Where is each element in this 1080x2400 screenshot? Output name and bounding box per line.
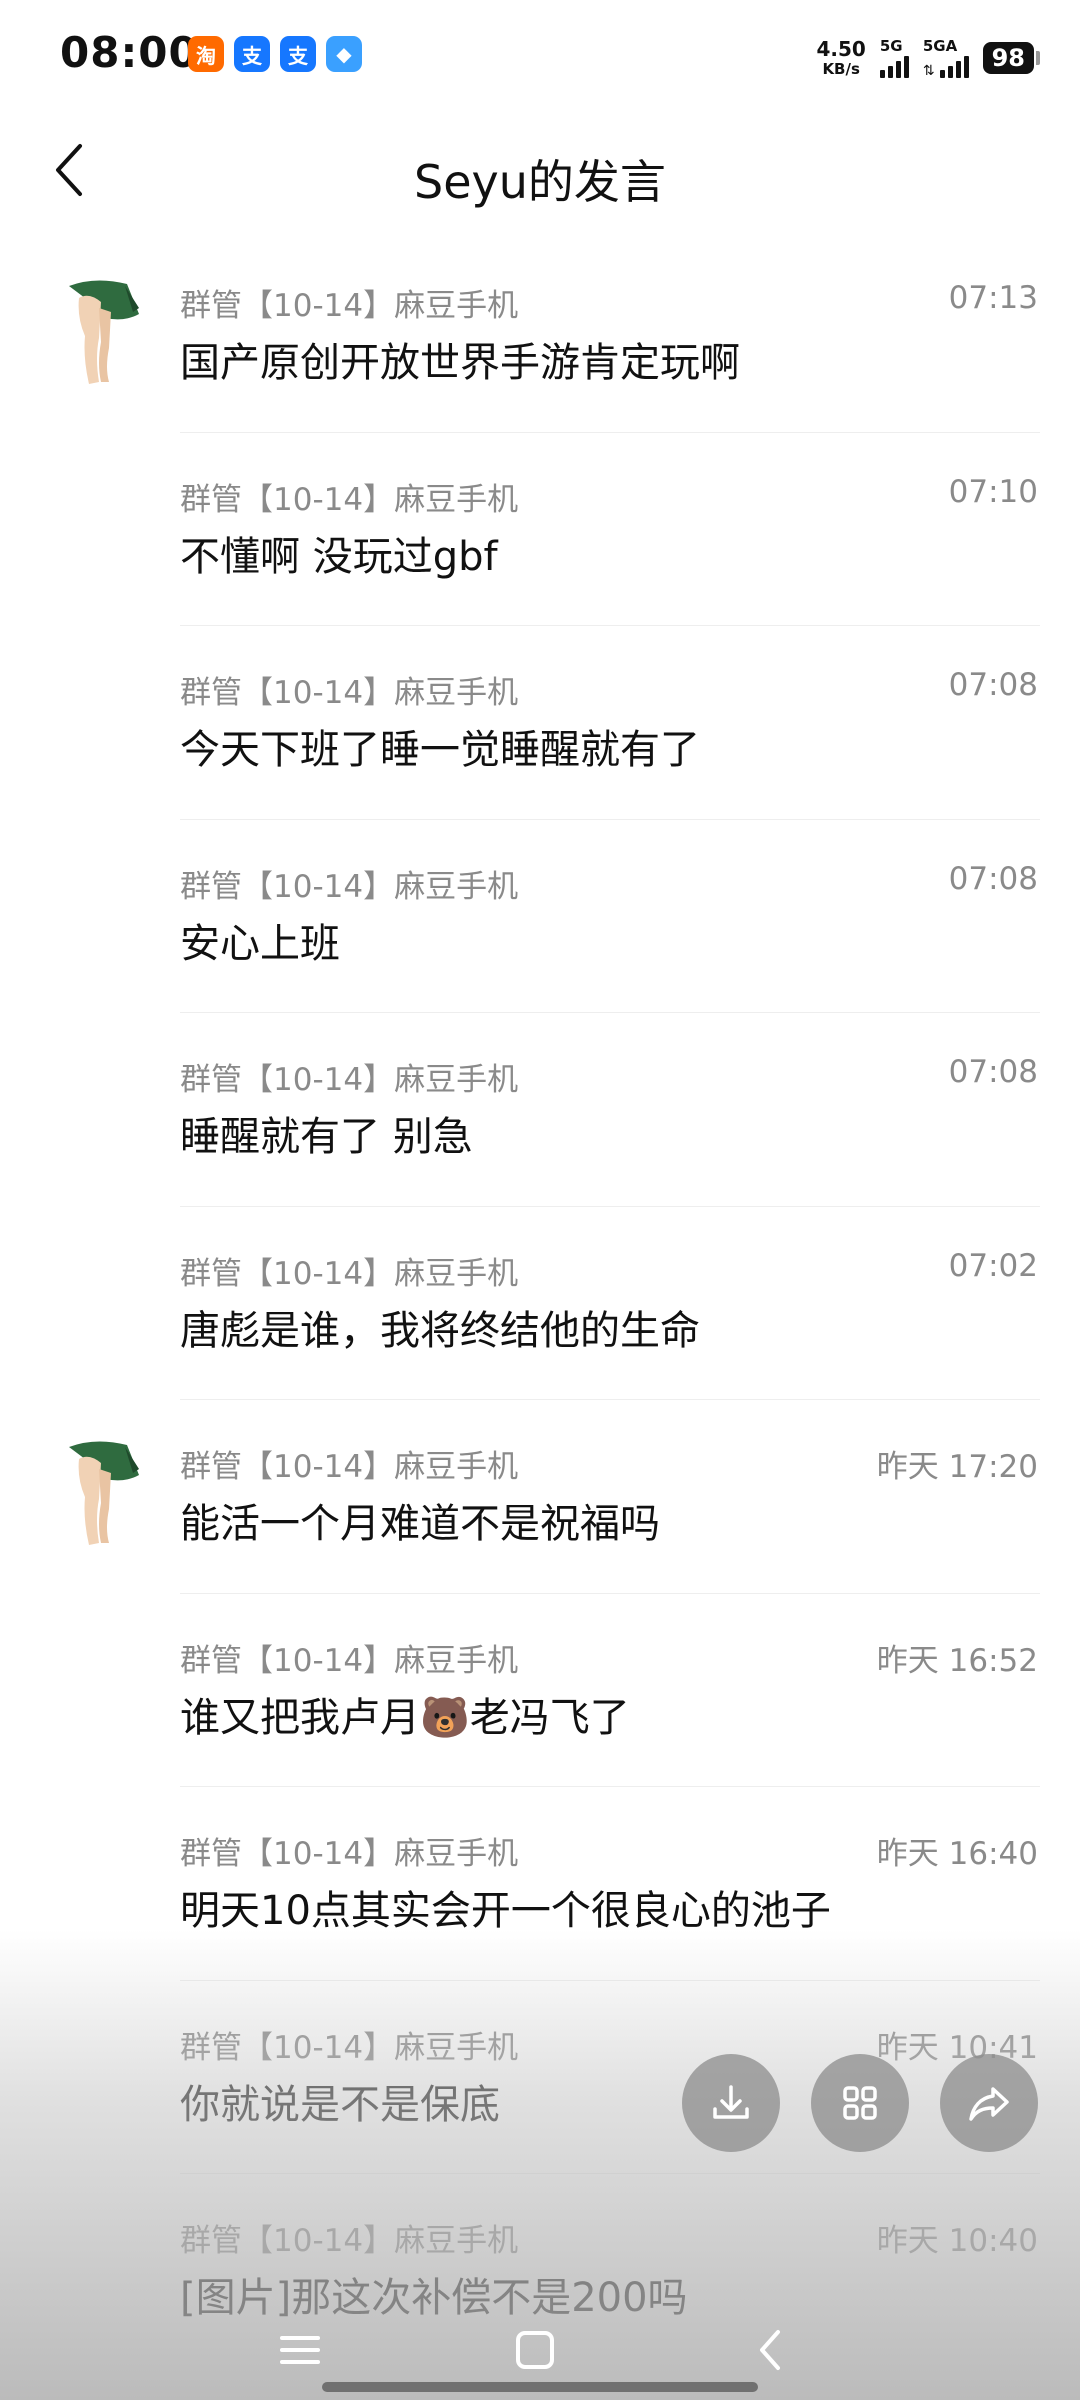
battery-icon: 98 <box>982 41 1040 75</box>
avatar-image <box>69 280 139 384</box>
message-sender: 群管【10-14】麻豆手机 <box>180 675 519 711</box>
message-time: 07:02 <box>948 1247 1038 1284</box>
message-time: 昨天 10:40 <box>876 2223 1038 2259</box>
message-item[interactable]: 群管【10-14】麻豆手机 昨天 16:40 明天10点其实会开一个很良心的池子 <box>0 1786 1080 1980</box>
message-sender: 群管【10-14】麻豆手机 <box>180 1642 519 1679</box>
signal-5g-label: 5G <box>879 36 903 55</box>
message-time: 07:08 <box>948 1054 1038 1090</box>
message-item[interactable]: 群管【10-14】麻豆手机 昨天 17:20 能活一个月难道不是祝福吗 <box>0 1399 1080 1593</box>
message-item[interactable]: 群管【10-14】麻豆手机 07:08 今天下班了睡一觉睡醒就有了 <box>0 625 1080 819</box>
alipay-icon-2: 支 <box>280 36 316 72</box>
share-icon <box>969 2087 1009 2121</box>
status-time: 08:00 <box>60 28 199 77</box>
message-sender: 群管【10-14】麻豆手机 <box>180 2223 519 2259</box>
network-speed-value: 4.50 <box>816 37 866 61</box>
divider <box>180 1205 1040 1207</box>
menu-icon <box>280 2336 320 2364</box>
divider <box>180 1786 1040 1787</box>
message-item[interactable]: 群管【10-14】麻豆手机 07:02 唐彪是谁，我将终结他的生命 <box>0 1205 1080 1400</box>
message-content: 唐彪是谁，我将终结他的生命 <box>180 1307 700 1354</box>
gesture-bar[interactable] <box>322 2382 758 2392</box>
header: Seyu的发言 <box>0 110 1080 230</box>
signal-bars-icon-2: ⇅ <box>923 55 969 78</box>
home-nav-button[interactable] <box>500 2320 570 2380</box>
divider <box>180 625 1040 626</box>
status-indicators: 4.50 KB/s 5G 5GA ⇅ 98 <box>817 30 1040 86</box>
message-time: 昨天 16:52 <box>876 1642 1038 1679</box>
message-item[interactable]: 群管【10-14】麻豆手机 07:13 国产原创开放世界手游肯定玩啊 <box>0 238 1080 432</box>
signal-bars-icon <box>879 55 909 78</box>
message-item[interactable]: 群管【10-14】麻豆手机 昨天 10:41 你就说是不是保底 <box>0 1979 1080 2174</box>
message-content: 国产原创开放世界手游肯定玩啊 <box>180 340 740 386</box>
message-sender: 群管【10-14】麻豆手机 <box>180 2029 519 2066</box>
message-content: 安心上班 <box>180 920 340 967</box>
message-sender: 群管【10-14】麻豆手机 <box>180 1836 519 1872</box>
divider <box>180 1592 1040 1594</box>
message-time: 昨天 17:20 <box>876 1449 1038 1485</box>
message-time: 07:08 <box>948 860 1038 897</box>
message-sender: 群管【10-14】麻豆手机 <box>180 1062 519 1098</box>
alipay-icon: 支 <box>234 36 270 72</box>
signal-5g: 5G <box>879 36 909 78</box>
avatar[interactable] <box>55 278 145 388</box>
back-nav-button[interactable] <box>735 2320 805 2380</box>
avatar-image <box>69 1441 139 1545</box>
message-time: 07:08 <box>948 667 1038 703</box>
back-icon <box>760 2330 780 2370</box>
message-content: 你就说是不是保底 <box>180 2081 500 2128</box>
divider <box>180 818 1040 820</box>
divider <box>180 2173 1040 2174</box>
network-speed-unit: KB/s <box>822 60 860 78</box>
status-bar: 08:00 淘支支 ◆ 4.50 KB/s 5G 5GA ⇅ 98 <box>0 0 1080 110</box>
divider <box>180 1012 1040 1013</box>
download-button[interactable] <box>682 2054 780 2152</box>
message-sender: 群管【10-14】麻豆手机 <box>180 868 519 905</box>
message-content: 谁又把我卢月🐻老冯飞了 <box>180 1694 630 1741</box>
battery-level: 98 <box>982 41 1034 75</box>
message-time: 07:13 <box>948 280 1038 316</box>
taobao-icon: 淘 <box>188 36 224 72</box>
divider <box>180 431 1040 433</box>
message-sender: 群管【10-14】麻豆手机 <box>180 1449 519 1485</box>
network-speed: 4.50 KB/s <box>817 39 866 77</box>
message-content: 不懂啊 没玩过gbf <box>180 533 498 580</box>
message-item[interactable]: 群管【10-14】麻豆手机 07:10 不懂啊 没玩过gbf <box>0 431 1080 626</box>
signal-5ga: 5GA ⇅ <box>922 36 969 78</box>
message-content: 睡醒就有了 别急 <box>180 1114 473 1160</box>
grid-icon <box>843 2086 877 2120</box>
message-sender: 群管【10-14】麻豆手机 <box>180 481 519 518</box>
message-sender: 群管【10-14】麻豆手机 <box>180 1255 519 1292</box>
screen: 08:00 淘支支 ◆ 4.50 KB/s 5G 5GA ⇅ 98 Seyu的发… <box>0 0 1080 2400</box>
message-item[interactable]: 群管【10-14】麻豆手机 昨天 16:52 谁又把我卢月🐻老冯飞了 <box>0 1592 1080 1787</box>
message-list[interactable]: 群管【10-14】麻豆手机 07:13 国产原创开放世界手游肯定玩啊 群管【10-14… <box>0 238 1080 2367</box>
message-time: 07:10 <box>948 473 1038 510</box>
menu-nav-button[interactable] <box>265 2320 335 2380</box>
grid-button[interactable] <box>811 2054 909 2152</box>
message-content: 今天下班了睡一觉睡醒就有了 <box>180 727 700 773</box>
message-item[interactable]: 群管【10-14】麻豆手机 07:08 睡醒就有了 别急 <box>0 1012 1080 1206</box>
avatar[interactable] <box>55 1439 145 1549</box>
page-title: Seyu的发言 <box>414 155 666 209</box>
notification-icons: 淘支支 ◆ <box>188 36 362 72</box>
message-time: 昨天 16:40 <box>876 1836 1038 1872</box>
signal-5ga-label: 5GA <box>922 36 958 55</box>
divider <box>180 1979 1040 1981</box>
message-content: 能活一个月难道不是祝福吗 <box>180 1501 660 1547</box>
message-content: 明天10点其实会开一个很良心的池子 <box>180 1888 831 1934</box>
download-icon <box>713 2085 749 2119</box>
navigation-bar <box>0 2300 1080 2400</box>
home-icon <box>516 2331 554 2369</box>
message-item[interactable]: 群管【10-14】麻豆手机 07:08 安心上班 <box>0 818 1080 1013</box>
app-icon: ◆ <box>326 36 362 72</box>
message-sender: 群管【10-14】麻豆手机 <box>180 288 519 324</box>
divider <box>180 1399 1040 1400</box>
share-button[interactable] <box>940 2054 1038 2152</box>
